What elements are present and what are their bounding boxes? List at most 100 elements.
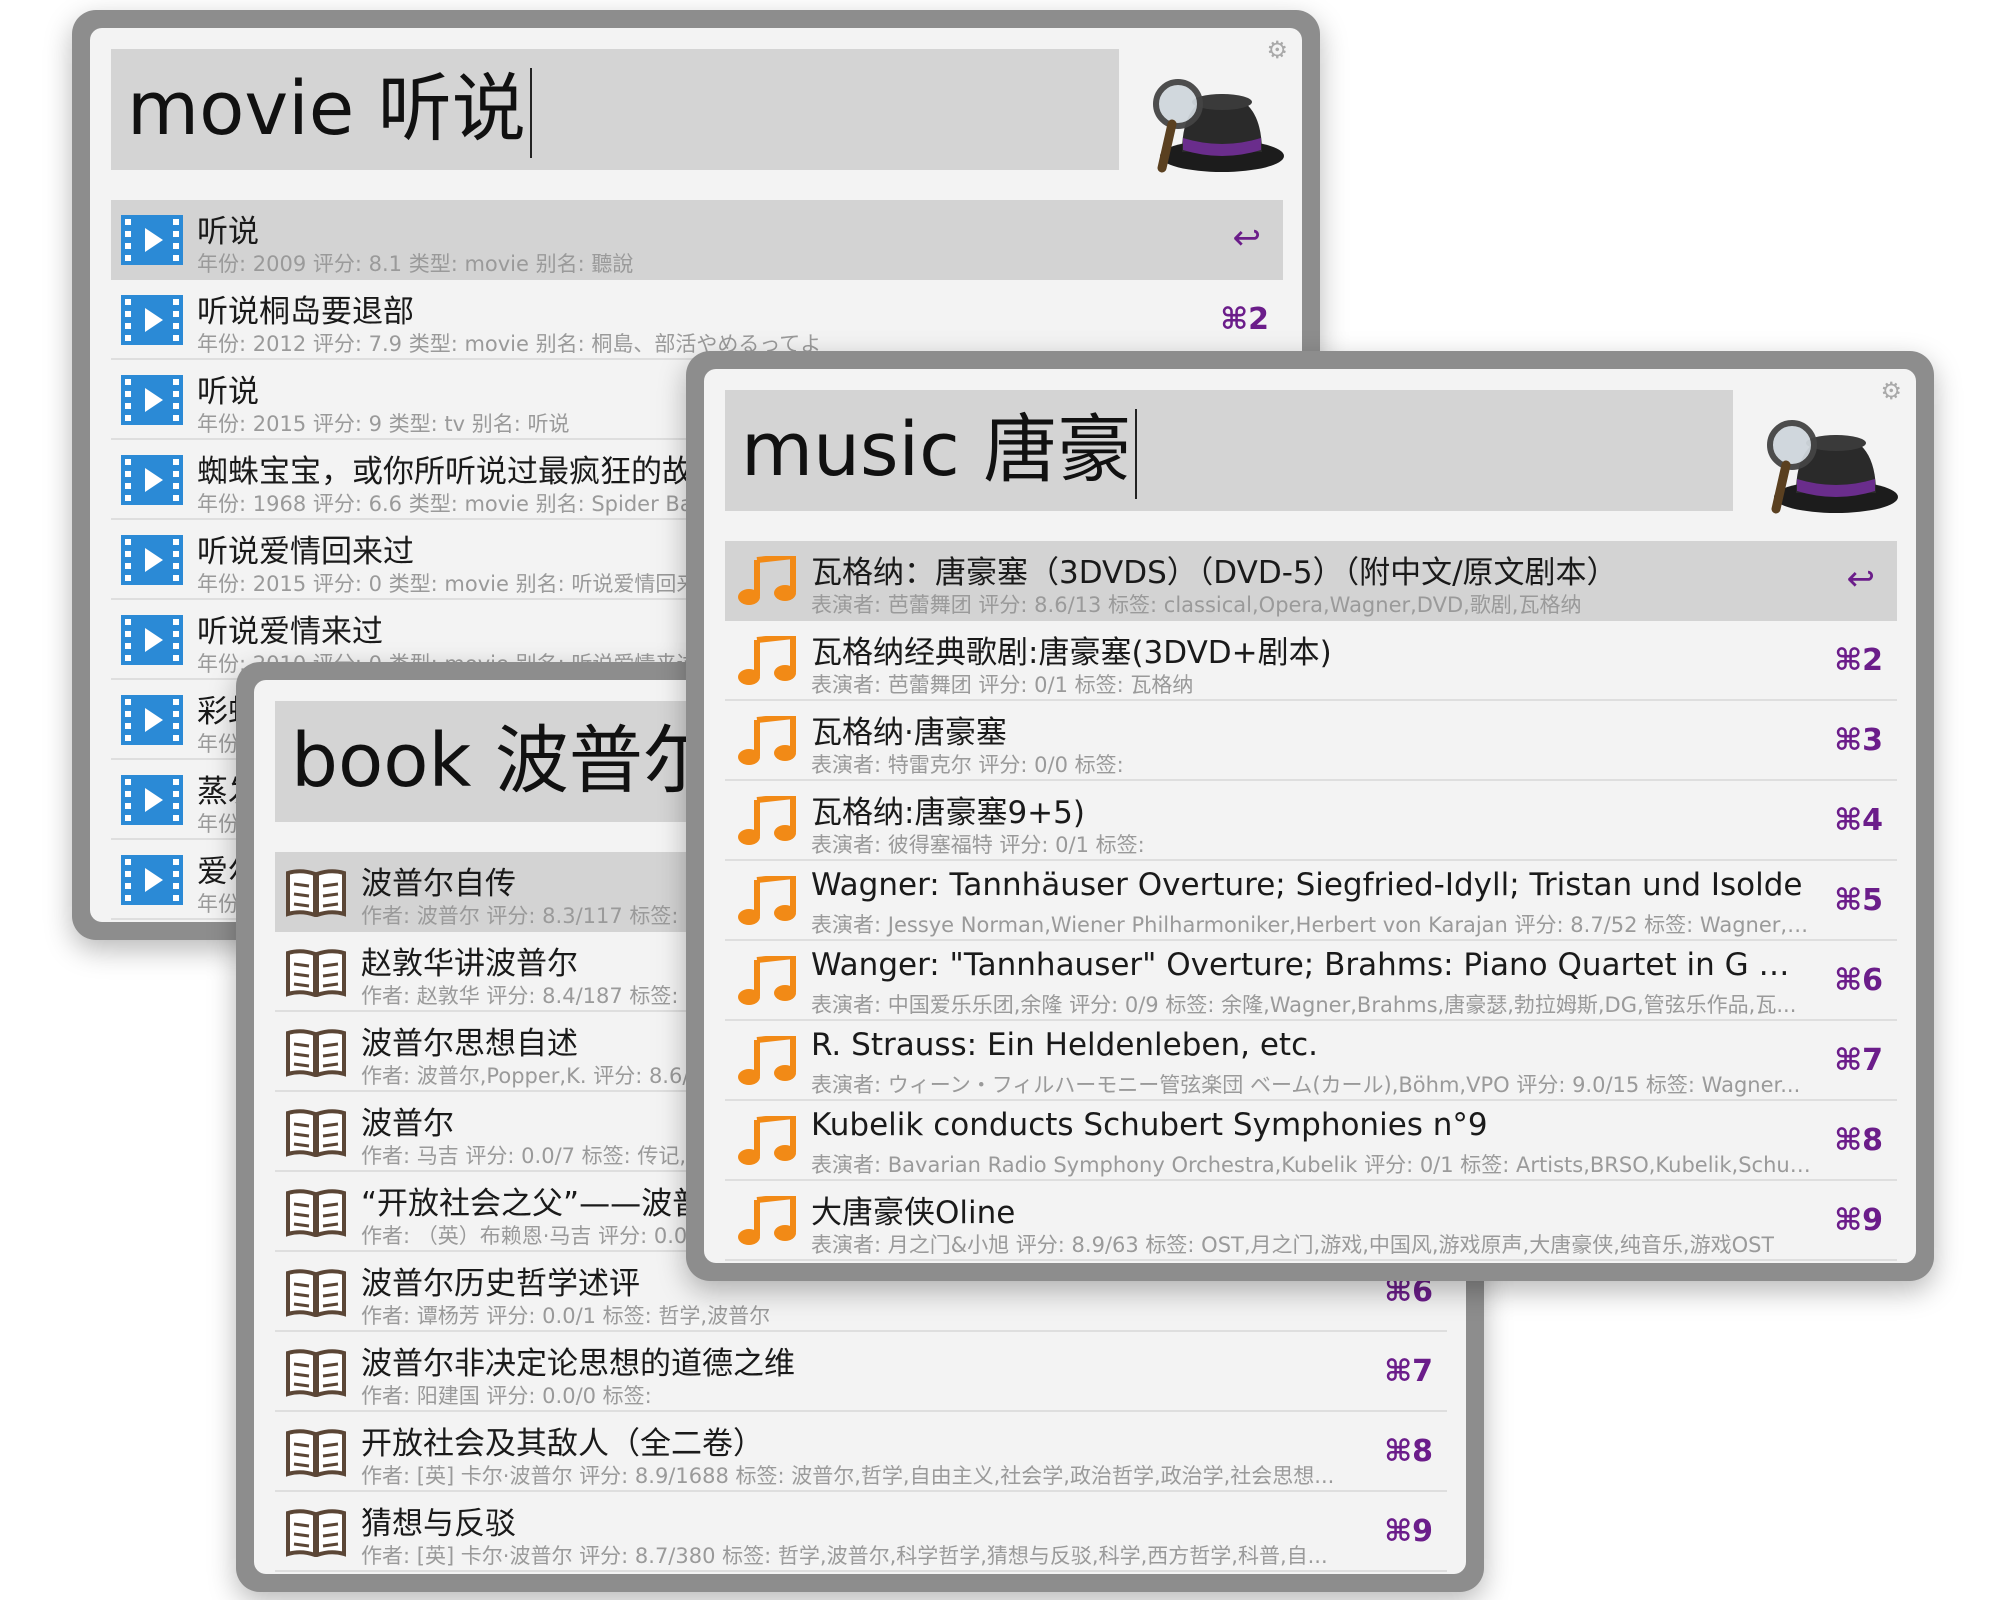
music-note-icon: [738, 636, 796, 685]
result-title: 瓦格纳·唐豪塞: [811, 715, 1007, 751]
result-shortcut: ⌘8: [1384, 1434, 1433, 1469]
music-search-query[interactable]: music 唐豪: [741, 390, 1138, 511]
result-shortcut: ⌘7: [1384, 1354, 1433, 1389]
result-subtitle: 年份: 2015 评分: 0 类型: movie 别名: 听说爱情回来过: [197, 572, 719, 596]
result-subtitle: 作者: [英] 卡尔·波普尔 评分: 8.9/1688 标签: 波普尔,哲学,自…: [361, 1464, 1335, 1488]
alfred-hat-icon: [1153, 79, 1284, 173]
result-title: 赵敦华讲波普尔: [361, 946, 578, 982]
result-subtitle: 作者: 波普尔,Popper,K. 评分: 8.6/2: [361, 1064, 703, 1088]
result-subtitle: 表演者: 芭蕾舞团 评分: 0/1 标签: 瓦格纳: [811, 673, 1194, 697]
result-title: 听说: [197, 374, 259, 410]
music-note-icon: [738, 1036, 796, 1085]
text-caret: [1135, 409, 1138, 500]
film-clip-icon: [121, 855, 183, 905]
result-shortcut: ⌘4: [1834, 803, 1883, 838]
gear-icon[interactable]: ⚙: [1266, 38, 1288, 62]
result-title: 波普尔非决定论思想的道德之维: [361, 1346, 795, 1382]
result-shortcut: ⌘7: [1834, 1043, 1883, 1078]
film-clip-icon: [121, 215, 183, 265]
result-shortcut: ⌘2: [1834, 643, 1883, 678]
result-title: 瓦格纳经典歌剧:唐豪塞(3DVD+剧本): [811, 635, 1332, 671]
result-row[interactable]: 瓦格纳经典歌剧:唐豪塞(3DVD+剧本) 表演者: 芭蕾舞团 评分: 0/1 标…: [725, 621, 1897, 701]
result-title: 瓦格纳：唐豪塞（3DVDS）（DVD-5）（附中文/原文剧本）: [811, 555, 1618, 591]
open-book-icon: [286, 1349, 346, 1397]
open-book-icon: [286, 1189, 346, 1237]
alfred-hat-icon: [1767, 420, 1898, 514]
movie-search-query[interactable]: movie 听说: [127, 49, 532, 170]
music-results-list: 瓦格纳：唐豪塞（3DVDS）（DVD-5）（附中文/原文剧本） 表演者: 芭蕾舞…: [725, 541, 1897, 1261]
gear-icon[interactable]: ⚙: [1880, 379, 1902, 403]
result-subtitle: 表演者: 芭蕾舞团 评分: 8.6/13 标签: classical,Opera…: [811, 593, 1582, 617]
result-subtitle: 作者: （英）布赖恩·马吉 评分: 0.0: [361, 1224, 688, 1248]
film-clip-icon: [121, 775, 183, 825]
music-note-icon: [738, 956, 796, 1005]
result-title: 开放社会及其敌人（全二卷）: [361, 1426, 764, 1462]
music-note-icon: [738, 1196, 796, 1245]
result-row[interactable]: 波普尔非决定论思想的道德之维 作者: 阳建国 评分: 0.0/0 标签: ⌘7: [275, 1332, 1447, 1412]
book-search-query[interactable]: book 波普尔: [291, 701, 717, 822]
result-shortcut: ⌘6: [1834, 963, 1883, 998]
result-row[interactable]: 猜想与反驳 作者: [英] 卡尔·波普尔 评分: 8.7/380 标签: 哲学,…: [275, 1492, 1447, 1572]
result-title: 大唐豪侠Oline: [811, 1195, 1016, 1231]
film-clip-icon: [121, 695, 183, 745]
open-book-icon: [286, 1029, 346, 1077]
result-subtitle: 作者: 阳建国 评分: 0.0/0 标签:: [361, 1384, 652, 1408]
open-book-icon: [286, 1509, 346, 1557]
result-row[interactable]: Wanger: "Tannhauser" Overture; Brahms: P…: [725, 941, 1897, 1021]
result-title: R. Strauss: Ein Heldenleben, etc.: [811, 1027, 1318, 1063]
result-subtitle: 表演者: Bavarian Radio Symphony Orchestra,K…: [811, 1153, 1811, 1177]
result-subtitle: 作者: 谭杨芳 评分: 0.0/1 标签: 哲学,波普尔: [361, 1304, 771, 1328]
result-title: 听说爱情来过: [197, 614, 383, 650]
result-subtitle: 表演者: ウィーン・フィルハーモニー管弦楽団 ベーム(カール),Böhm,VPO…: [811, 1073, 1801, 1097]
result-row[interactable]: 大唐豪侠Oline 表演者: 月之门&小旭 评分: 8.9/63 标签: OST…: [725, 1181, 1897, 1261]
open-book-icon: [286, 1109, 346, 1157]
result-title: 波普尔历史哲学述评: [361, 1266, 640, 1302]
result-row[interactable]: R. Strauss: Ein Heldenleben, etc. 表演者: ウ…: [725, 1021, 1897, 1101]
result-title: 波普尔: [361, 1106, 454, 1142]
result-row[interactable]: 瓦格纳：唐豪塞（3DVDS）（DVD-5）（附中文/原文剧本） 表演者: 芭蕾舞…: [725, 541, 1897, 621]
film-clip-icon: [121, 375, 183, 425]
result-title: 猜想与反驳: [361, 1506, 516, 1542]
result-subtitle: 表演者: 彼得塞福特 评分: 0/1 标签:: [811, 833, 1145, 857]
result-shortcut: ⌘3: [1834, 723, 1883, 758]
film-clip-icon: [121, 535, 183, 585]
result-subtitle: 年份: 1968 评分: 6.6 类型: movie 别名: Spider Ba…: [197, 492, 719, 516]
result-subtitle: 作者: 波普尔 评分: 8.3/117 标签: 波: [361, 904, 707, 928]
result-subtitle: 表演者: 中国爱乐乐团,余隆 评分: 0/9 标签: 余隆,Wagner,Bra…: [811, 993, 1797, 1017]
music-note-icon: [738, 1116, 796, 1165]
result-subtitle: 作者: 赵敦华 评分: 8.4/187 标签: 波: [361, 984, 707, 1008]
music-note-icon: [738, 796, 796, 845]
result-subtitle: 表演者: Jessye Norman,Wiener Philharmoniker…: [811, 913, 1811, 937]
result-title: 蜘蛛宝宝，或你所听说过最疯狂的故: [197, 454, 693, 490]
music-window-panel: music 唐豪 ⚙ 瓦格纳：唐豪塞（3DVDS）（DVD-5）（附中文/原文剧…: [704, 369, 1916, 1263]
result-title: Wanger: "Tannhauser" Overture; Brahms: P…: [811, 947, 1811, 983]
open-book-icon: [286, 949, 346, 997]
open-book-icon: [286, 1429, 346, 1477]
result-row[interactable]: 听说桐岛要退部 年份: 2012 评分: 7.9 类型: movie 别名: 桐…: [111, 280, 1283, 360]
result-title: 波普尔自传: [361, 866, 516, 902]
music-search-field[interactable]: music 唐豪: [725, 390, 1733, 511]
result-row[interactable]: 听说 年份: 2009 评分: 8.1 类型: movie 别名: 聽說 ↩: [111, 200, 1283, 280]
result-shortcut: ⌘9: [1384, 1514, 1433, 1549]
result-shortcut: ⌘8: [1834, 1123, 1883, 1158]
result-subtitle: 年份: 2009 评分: 8.1 类型: movie 别名: 聽說: [197, 252, 634, 276]
result-title: 听说: [197, 214, 259, 250]
music-window: music 唐豪 ⚙ 瓦格纳：唐豪塞（3DVDS）（DVD-5）（附中文/原文剧…: [686, 351, 1934, 1281]
result-shortcut: ⌘9: [1834, 1203, 1883, 1238]
result-subtitle: 表演者: 特雷克尔 评分: 0/0 标签:: [811, 753, 1124, 777]
result-row[interactable]: 瓦格纳·唐豪塞 表演者: 特雷克尔 评分: 0/0 标签: ⌘3: [725, 701, 1897, 781]
result-title: Wagner: Tannhäuser Overture; Siegfried-I…: [811, 867, 1803, 903]
open-book-icon: [286, 869, 346, 917]
result-row[interactable]: 开放社会及其敌人（全二卷） 作者: [英] 卡尔·波普尔 评分: 8.9/168…: [275, 1412, 1447, 1492]
result-row[interactable]: Kubelik conducts Schubert Symphonies n°9…: [725, 1101, 1897, 1181]
music-note-icon: [738, 716, 796, 765]
open-book-icon: [286, 1269, 346, 1317]
film-clip-icon: [121, 615, 183, 665]
movie-search-field[interactable]: movie 听说: [111, 49, 1119, 170]
result-title: 听说爱情回来过: [197, 534, 414, 570]
text-caret: [529, 68, 532, 159]
result-title: Kubelik conducts Schubert Symphonies n°9: [811, 1107, 1488, 1143]
result-subtitle: 作者: [英] 卡尔·波普尔 评分: 8.7/380 标签: 哲学,波普尔,科学…: [361, 1544, 1328, 1568]
result-row[interactable]: Wagner: Tannhäuser Overture; Siegfried-I…: [725, 861, 1897, 941]
result-row[interactable]: 瓦格纳:唐豪塞9+5) 表演者: 彼得塞福特 评分: 0/1 标签: ⌘4: [725, 781, 1897, 861]
